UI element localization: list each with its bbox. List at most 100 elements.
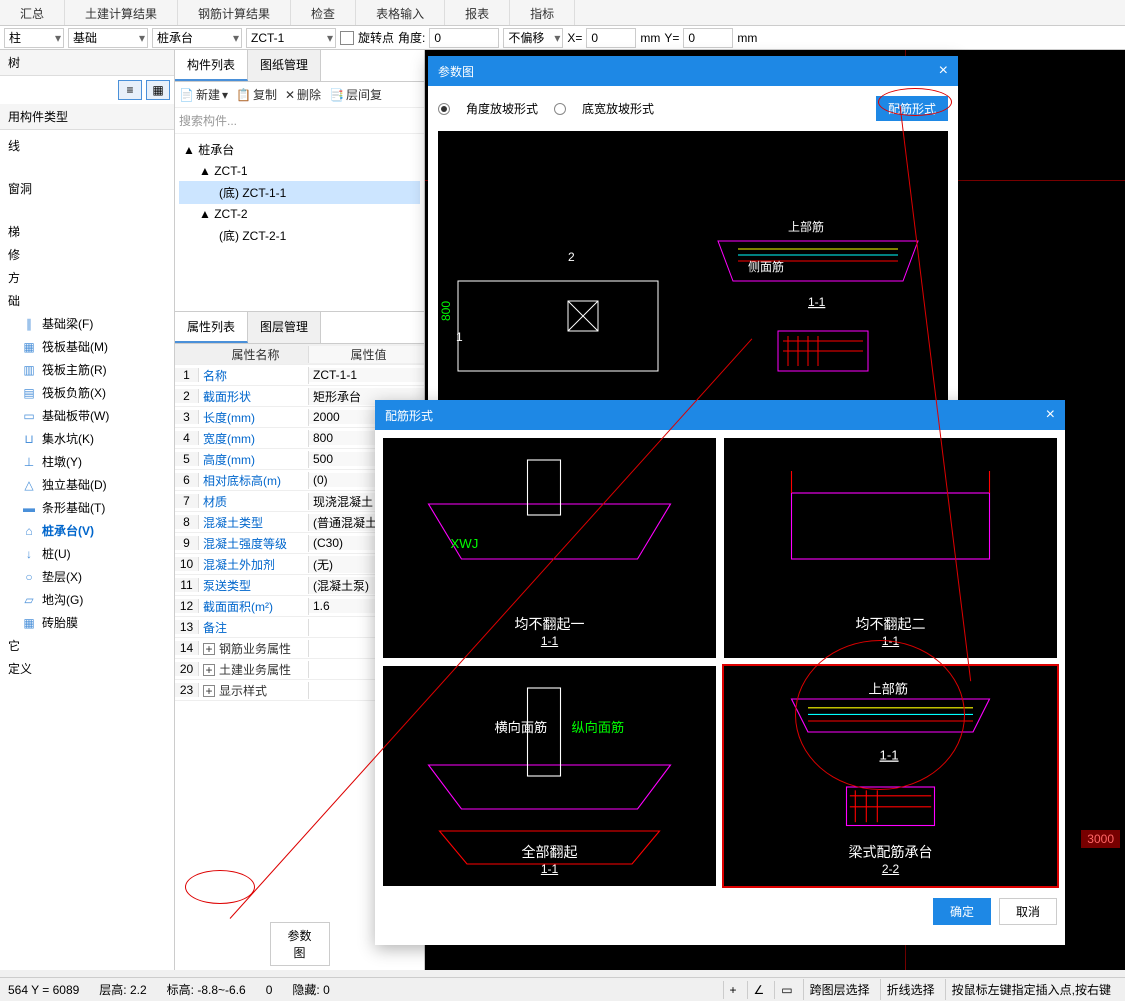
status-angle-icon[interactable]: ∠	[747, 981, 771, 999]
component-tree-item[interactable]: (底) ZCT-2-1	[179, 224, 420, 247]
tree-icon: ▱	[22, 593, 36, 607]
svg-text:XWJ: XWJ	[451, 536, 479, 551]
tab-component-list[interactable]: 构件列表	[175, 50, 248, 81]
menu-table[interactable]: 表格输入	[356, 0, 445, 25]
top-menu: 汇总 土建计算结果 钢筋计算结果 检查 表格输入 报表 指标	[0, 0, 1125, 26]
radio-width-slope[interactable]	[554, 103, 566, 115]
status-plus-icon[interactable]: +	[723, 981, 743, 999]
param-modal-close-icon[interactable]: ×	[939, 62, 948, 80]
tab-layer-mgmt[interactable]: 图层管理	[248, 312, 321, 343]
menu-summary[interactable]: 汇总	[0, 0, 65, 25]
radio-width-label: 底宽放坡形式	[582, 100, 654, 117]
svg-text:800: 800	[439, 301, 453, 321]
y-label: Y=	[664, 31, 679, 45]
tree-icon: ▥	[22, 363, 36, 377]
param-diagram-button[interactable]: 参数图	[270, 922, 330, 966]
property-row[interactable]: 1名称ZCT-1-1	[175, 365, 424, 386]
tree-sub-item[interactable]: ▬条形基础(T)	[4, 496, 170, 519]
dropdown-4[interactable]: ZCT-1	[246, 28, 336, 48]
component-tree-item[interactable]: ▲ 桩承台	[179, 138, 420, 161]
tree-icon: ▦	[22, 616, 36, 630]
dropdown-1[interactable]: 柱	[4, 28, 64, 48]
tree-sub-item[interactable]: ▦砖胎膜	[4, 611, 170, 634]
tree-sub-item[interactable]: ⌂桩承台(V)	[4, 519, 170, 542]
tree-sub-item[interactable]: ⊔集水坑(K)	[4, 427, 170, 450]
tree-square[interactable]: 方	[4, 266, 170, 289]
search-input[interactable]: 搜索构件...	[175, 108, 424, 134]
status-hint: 按鼠标左键指定插入点,按右键	[945, 979, 1117, 1000]
tree-other[interactable]: 它	[4, 634, 170, 657]
component-tree-item[interactable]: ▲ ZCT-2	[179, 204, 420, 224]
tree-sub-item[interactable]: ⊥柱墩(Y)	[4, 450, 170, 473]
svg-text:侧面筋: 侧面筋	[748, 259, 784, 274]
left-panel: 树 ≡ ▦ 用构件类型 线 窗洞 梯 修 方 础 ∥基础梁(F)▦筏板基础(M)…	[0, 50, 175, 970]
rebar-modal-title: 配筋形式	[385, 407, 433, 424]
y-input[interactable]	[683, 28, 733, 48]
tree-sub-item[interactable]: ∥基础梁(F)	[4, 312, 170, 335]
tree-sub-item[interactable]: ▤筏板负筋(X)	[4, 381, 170, 404]
menu-index[interactable]: 指标	[510, 0, 575, 25]
tree-sub-item[interactable]: ↓桩(U)	[4, 542, 170, 565]
status-rect-icon[interactable]: ▭	[774, 981, 798, 999]
tab-property-list[interactable]: 属性列表	[175, 312, 248, 343]
layer-copy-button[interactable]: 📑层间复	[329, 86, 382, 103]
tree-sub-item[interactable]: ▱地沟(G)	[4, 588, 170, 611]
tree-title: 树	[0, 50, 174, 76]
tree-stair[interactable]: 梯	[4, 220, 170, 243]
ok-button[interactable]: 确定	[933, 898, 991, 925]
radio-angle-label: 角度放坡形式	[466, 100, 538, 117]
menu-rebar[interactable]: 钢筋计算结果	[178, 0, 291, 25]
new-button[interactable]: 📄新建 ▾	[179, 86, 228, 103]
tree-sub-item[interactable]: ○垫层(X)	[4, 565, 170, 588]
tree-icon: ⊔	[22, 432, 36, 446]
tree-define[interactable]: 定义	[4, 657, 170, 680]
tree-icon: ○	[22, 570, 36, 584]
tree-line[interactable]: 线	[4, 134, 170, 157]
tab-drawing-mgmt[interactable]: 图纸管理	[248, 50, 321, 81]
dropdown-3[interactable]: 桩承台	[152, 28, 242, 48]
tree-icon: △	[22, 478, 36, 492]
tree-window[interactable]: 窗洞	[4, 177, 170, 200]
rotate-checkbox[interactable]	[340, 31, 354, 45]
x-input[interactable]	[586, 28, 636, 48]
tree-foundation[interactable]: 础	[4, 289, 170, 312]
menu-civil[interactable]: 土建计算结果	[65, 0, 178, 25]
rebar-option-cell[interactable]: 横向面筋纵向面筋全部翻起1-1	[383, 666, 716, 886]
menu-report[interactable]: 报表	[445, 0, 510, 25]
status-bar: 564 Y = 6089 层高: 2.2 标高: -8.8~-6.6 0 隐藏:…	[0, 977, 1125, 1001]
tree-sub-item[interactable]: ▥筏板主筋(R)	[4, 358, 170, 381]
menu-check[interactable]: 检查	[291, 0, 356, 25]
cancel-button[interactable]: 取消	[999, 898, 1057, 925]
svg-text:2: 2	[568, 250, 575, 264]
rebar-option-cell[interactable]: 均不翻起二1-1	[724, 438, 1057, 658]
radio-angle-slope[interactable]	[438, 103, 450, 115]
delete-button[interactable]: ✕删除	[285, 86, 321, 103]
component-tree-item[interactable]: (底) ZCT-1-1	[179, 181, 420, 204]
component-tree-item[interactable]: ▲ ZCT-1	[179, 161, 420, 181]
tree-icon: ↓	[22, 547, 36, 561]
highlight-ellipse-param	[185, 870, 255, 904]
grid-mode-icon[interactable]: ▦	[146, 80, 170, 100]
rebar-form-modal: 配筋形式 × XWJ均不翻起一1-1均不翻起二1-1横向面筋纵向面筋全部翻起1-…	[375, 400, 1065, 945]
left-tree: 线 窗洞 梯 修 方 础 ∥基础梁(F)▦筏板基础(M)▥筏板主筋(R)▤筏板负…	[0, 130, 174, 970]
highlight-ellipse-btn	[878, 88, 952, 116]
rebar-modal-close-icon[interactable]: ×	[1046, 406, 1055, 424]
mm1: mm	[640, 31, 660, 45]
list-mode-icon[interactable]: ≡	[118, 80, 142, 100]
tree-icon: ▤	[22, 386, 36, 400]
angle-input[interactable]	[429, 28, 499, 48]
svg-text:横向面筋: 横向面筋	[495, 719, 548, 735]
tree-sub-item[interactable]: ▦筏板基础(M)	[4, 335, 170, 358]
tree-sub-item[interactable]: ▭基础板带(W)	[4, 404, 170, 427]
svg-text:1: 1	[456, 330, 463, 344]
copy-button[interactable]: 📋复制	[236, 86, 277, 103]
status-cross-layer[interactable]: 跨图层选择	[803, 979, 876, 1000]
tree-repair[interactable]: 修	[4, 243, 170, 266]
tree-icon: ▬	[22, 501, 36, 515]
offset-dropdown[interactable]: 不偏移	[503, 28, 563, 48]
dropdown-2[interactable]: 基础	[68, 28, 148, 48]
tree-sub-item[interactable]: △独立基础(D)	[4, 473, 170, 496]
rebar-option-cell[interactable]: XWJ均不翻起一1-1	[383, 438, 716, 658]
param-diagram-view: 1 2 800 上部筋 侧面筋 1-1	[438, 131, 948, 401]
status-polyline[interactable]: 折线选择	[880, 979, 941, 1000]
